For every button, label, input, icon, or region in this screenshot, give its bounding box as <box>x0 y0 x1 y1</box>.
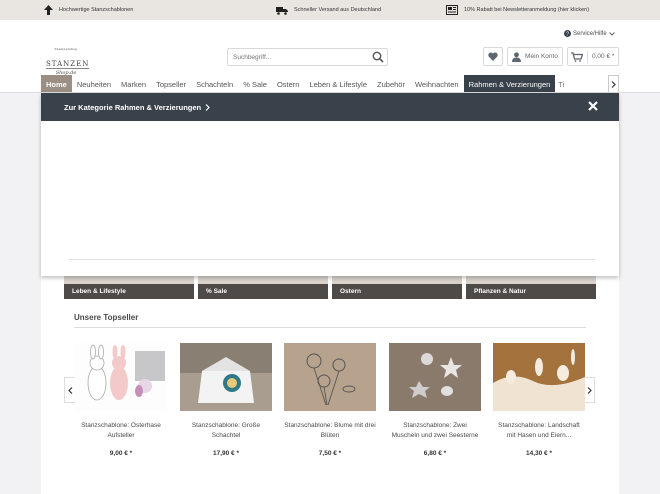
category-tile[interactable]: Leben & Lifestyle <box>64 276 194 299</box>
logo-line1: Stempelshop <box>54 47 78 51</box>
nav-item-neuheiten[interactable]: Neuheiten <box>72 75 116 93</box>
chevron-right-icon <box>587 386 592 394</box>
product-name[interactable]: Stanzschablone: Landschaft mit Hasen und… <box>493 421 585 441</box>
usp-quality: Hochwertige Stanzschablonen <box>44 0 133 20</box>
truck-icon <box>276 6 288 15</box>
nav-item-leben-lifestyle[interactable]: Leben & Lifestyle <box>304 75 372 93</box>
main-navigation: Home Neuheiten Marken Topseller Schachte… <box>41 75 567 93</box>
product-price: 14,30 € * <box>525 450 553 457</box>
category-tile[interactable]: Pflanzen & Natur <box>466 276 596 299</box>
newsletter-icon <box>446 5 458 15</box>
chevron-left-icon <box>67 386 72 394</box>
nav-item-truncated[interactable]: Ti <box>555 75 567 93</box>
category-image <box>466 276 596 284</box>
search-icon[interactable] <box>372 51 384 63</box>
nav-item-zubehoer[interactable]: Zubehör <box>372 75 410 93</box>
cart-button[interactable]: 0,00 € * <box>567 47 619 66</box>
search-input[interactable] <box>230 50 370 64</box>
usp-shipping: Schneller Versand aus Deutschland <box>276 0 381 20</box>
product-price: 9,00 € * <box>109 450 133 457</box>
service-label: Service/Hilfe <box>573 30 607 37</box>
product-price: 7,50 € * <box>318 450 342 457</box>
category-image <box>64 276 194 284</box>
logo-line2: STANZEN <box>46 60 90 69</box>
product-image-landschaft[interactable] <box>493 343 585 411</box>
account-label: Mein Konto <box>525 53 558 60</box>
product-card[interactable]: Stanzschablone: Blume mit drei Blüten 7,… <box>284 343 376 457</box>
nav-item-schachteln[interactable]: Schachteln <box>191 75 238 93</box>
product-card[interactable]: Stanzschablone: Osterhase Aufsteller 9,0… <box>75 343 167 457</box>
search-box <box>227 48 388 66</box>
product-card[interactable]: Stanzschablone: Landschaft mit Hasen und… <box>493 343 585 457</box>
category-label: Ostern <box>340 288 361 295</box>
usp-text: Hochwertige Stanzschablonen <box>59 7 134 13</box>
category-tile[interactable]: Ostern <box>332 276 462 299</box>
product-image-schachtel[interactable] <box>180 343 272 411</box>
nav-item-rahmen-verzierungen[interactable]: Rahmen & Verzierungen <box>463 75 556 93</box>
flyout-link-label: Zur Kategorie Rahmen & Verzierungen <box>64 102 202 112</box>
product-image-muscheln[interactable] <box>389 343 481 411</box>
divider <box>587 50 588 63</box>
nav-item-weihnachten[interactable]: Weihnachten <box>410 75 464 93</box>
chevron-down-icon <box>608 31 615 36</box>
chevron-right-icon <box>611 80 616 88</box>
flyout-divider <box>69 259 595 260</box>
topseller-title: Unsere Topseller <box>74 313 139 322</box>
product-name[interactable]: Stanzschablone: Blume mit drei Blüten <box>284 421 376 441</box>
product-name[interactable]: Stanzschablone: Osterhase Aufsteller <box>75 421 167 441</box>
product-name[interactable]: Stanzschablone: Große Schachtel <box>180 421 272 441</box>
section-divider <box>74 327 586 328</box>
category-label: Leben & Lifestyle <box>72 288 126 295</box>
usp-bar: Hochwertige Stanzschablonen Schneller Ve… <box>0 0 660 20</box>
shop-logo[interactable]: Stempelshop STANZEN Shop.de <box>46 47 90 76</box>
usp-text: Schneller Versand aus Deutschland <box>294 7 382 13</box>
chevron-right-icon <box>205 103 210 111</box>
wishlist-button[interactable] <box>483 47 503 66</box>
usp-newsletter[interactable]: 10% Rabatt bei Newsletteranmeldung (hier… <box>446 0 589 20</box>
nav-item-ostern[interactable]: Ostern <box>272 75 305 93</box>
category-tile[interactable]: % Sale <box>198 276 328 299</box>
product-image-osterhase[interactable] <box>75 343 167 411</box>
product-card[interactable]: Stanzschablone: Zwei Muscheln und zwei S… <box>389 343 481 457</box>
usp-text: 10% Rabatt bei Newsletteranmeldung (hier… <box>464 7 590 13</box>
cart-amount: 0,00 € * <box>592 53 615 60</box>
category-flyout: Zur Kategorie Rahmen & Verzierungen <box>41 93 619 276</box>
category-image <box>198 276 328 284</box>
flyout-category-link[interactable]: Zur Kategorie Rahmen & Verzierungen <box>64 93 210 121</box>
nav-scroll-right-button[interactable] <box>608 75 619 93</box>
product-name[interactable]: Stanzschablone: Zwei Muscheln und zwei S… <box>389 421 481 441</box>
product-price: 6,80 € * <box>423 450 447 457</box>
cart-icon <box>571 51 583 62</box>
flyout-header: Zur Kategorie Rahmen & Verzierungen <box>41 93 619 121</box>
nav-item-sale[interactable]: % Sale <box>238 75 272 93</box>
product-image-blume[interactable] <box>284 343 376 411</box>
user-icon <box>512 51 522 62</box>
category-label: Pflanzen & Natur <box>474 288 527 295</box>
service-menu[interactable]: ? Service/Hilfe <box>564 30 615 37</box>
close-icon[interactable] <box>586 99 600 113</box>
category-label: % Sale <box>206 288 227 295</box>
category-image <box>332 276 462 284</box>
product-card[interactable]: Stanzschablone: Große Schachtel 17,90 € … <box>180 343 272 457</box>
product-price: 17,90 € * <box>212 450 240 457</box>
account-button[interactable]: Mein Konto <box>507 47 563 66</box>
nav-item-home[interactable]: Home <box>41 75 72 93</box>
nav-item-marken[interactable]: Marken <box>116 75 151 93</box>
help-icon: ? <box>564 30 571 37</box>
svg-text:?: ? <box>566 32 569 38</box>
arrow-up-icon <box>44 5 53 15</box>
heart-icon <box>488 52 498 61</box>
nav-item-topseller[interactable]: Topseller <box>151 75 191 93</box>
